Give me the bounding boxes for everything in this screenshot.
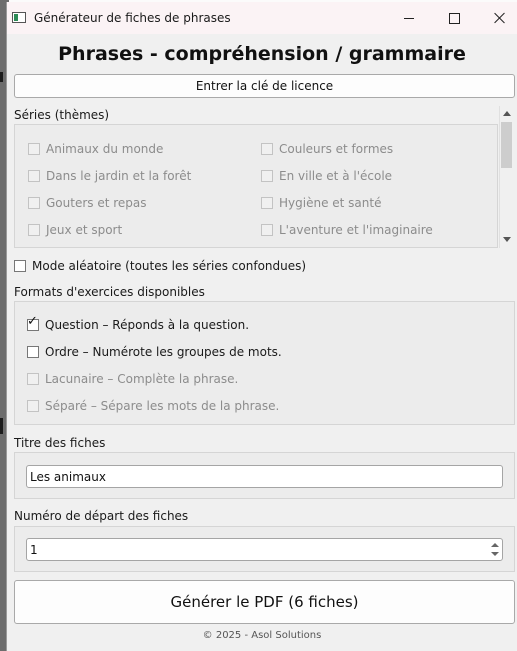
checkbox-box <box>28 247 40 248</box>
checkbox-box <box>28 170 40 182</box>
formats-label: Formats d'exercices disponibles <box>14 285 205 299</box>
scrollbar-thumb[interactable] <box>501 122 512 168</box>
series-group: Animaux du monde Couleurs et formes Dans… <box>14 124 498 248</box>
license-button[interactable]: Entrer la clé de licence <box>14 74 515 98</box>
background-glyph <box>0 72 3 82</box>
spinbox-arrows[interactable] <box>488 540 502 560</box>
series-checkbox[interactable]: En ville et à l'école <box>261 169 392 183</box>
format-lacunaire-checkbox[interactable]: Lacunaire – Complète la phrase. <box>27 372 238 386</box>
scroll-down-icon[interactable] <box>503 237 511 242</box>
scroll-up-icon[interactable] <box>503 111 511 116</box>
app-icon <box>12 12 26 23</box>
title-field-group: Les animaux <box>14 452 515 499</box>
series-checkbox[interactable]: Gouters et repas <box>28 196 147 210</box>
series-checkbox[interactable]: Couleurs et formes <box>261 142 393 156</box>
checkbox-box <box>261 143 273 155</box>
minimize-button[interactable] <box>386 2 432 34</box>
close-icon <box>494 12 506 24</box>
series-checkbox[interactable]: Animaux du monde <box>28 142 163 156</box>
generate-pdf-button[interactable]: Générer le PDF (6 fiches) <box>14 580 515 624</box>
start-number-label: Numéro de départ des fiches <box>14 509 189 523</box>
background-glyph <box>0 418 3 434</box>
start-number-value: 1 <box>30 542 38 557</box>
series-checkbox[interactable]: L'aventure et l'imaginaire <box>261 223 433 237</box>
title-field-label: Titre des fiches <box>14 436 106 450</box>
formats-group: ✓ Question – Réponds à la question. Ordr… <box>14 301 515 425</box>
format-ordre-checkbox[interactable]: Ordre – Numérote les groupes de mots. <box>27 345 282 359</box>
checkbox-box <box>261 170 273 182</box>
series-checkbox[interactable]: Jeux et sport <box>28 223 122 237</box>
maximize-icon <box>448 12 460 24</box>
spin-up-icon[interactable] <box>491 543 499 547</box>
maximize-button[interactable] <box>431 2 477 34</box>
checkbox-box <box>27 373 39 385</box>
title-bar[interactable]: Générateur de fiches de phrases <box>7 2 517 34</box>
start-number-group: 1 <box>14 526 515 572</box>
format-separe-checkbox[interactable]: Séparé – Sépare les mots de la phrase. <box>27 399 279 413</box>
series-scrollbar[interactable] <box>499 106 513 248</box>
title-input[interactable]: Les animaux <box>26 465 503 488</box>
checkbox-box <box>28 197 40 209</box>
series-checkbox[interactable]: Hygiène et santé <box>261 196 381 210</box>
footer-copyright: © 2025 - Asol Solutions <box>202 630 322 641</box>
checkbox-box <box>14 260 26 272</box>
checkbox-box <box>27 400 39 412</box>
series-checkbox-partial[interactable] <box>261 247 279 248</box>
series-label: Séries (thèmes) <box>14 108 110 122</box>
close-button[interactable] <box>477 2 517 34</box>
series-checkbox[interactable]: Dans le jardin et la forêt <box>28 169 191 183</box>
format-question-checkbox[interactable]: ✓ Question – Réponds à la question. <box>27 315 249 332</box>
app-window: Générateur de fiches de phrases Phrases … <box>6 2 517 651</box>
checkbox-box <box>261 247 273 248</box>
window-title: Générateur de fiches de phrases <box>34 11 231 25</box>
page-title: Phrases - compréhension / grammaire <box>58 43 466 65</box>
checkmark-icon: ✓ <box>27 314 38 329</box>
checkbox-box: ✓ <box>27 315 39 331</box>
random-mode-checkbox[interactable]: Mode aléatoire (toutes les séries confon… <box>14 259 306 273</box>
checkbox-box <box>261 224 273 236</box>
checkbox-box <box>28 224 40 236</box>
checkbox-box <box>28 143 40 155</box>
series-checkbox-partial[interactable] <box>28 247 46 248</box>
spin-down-icon[interactable] <box>491 552 499 556</box>
checkbox-box <box>27 346 39 358</box>
checkbox-box <box>261 197 273 209</box>
start-number-spinbox[interactable]: 1 <box>26 538 503 561</box>
minimize-icon <box>404 17 414 19</box>
